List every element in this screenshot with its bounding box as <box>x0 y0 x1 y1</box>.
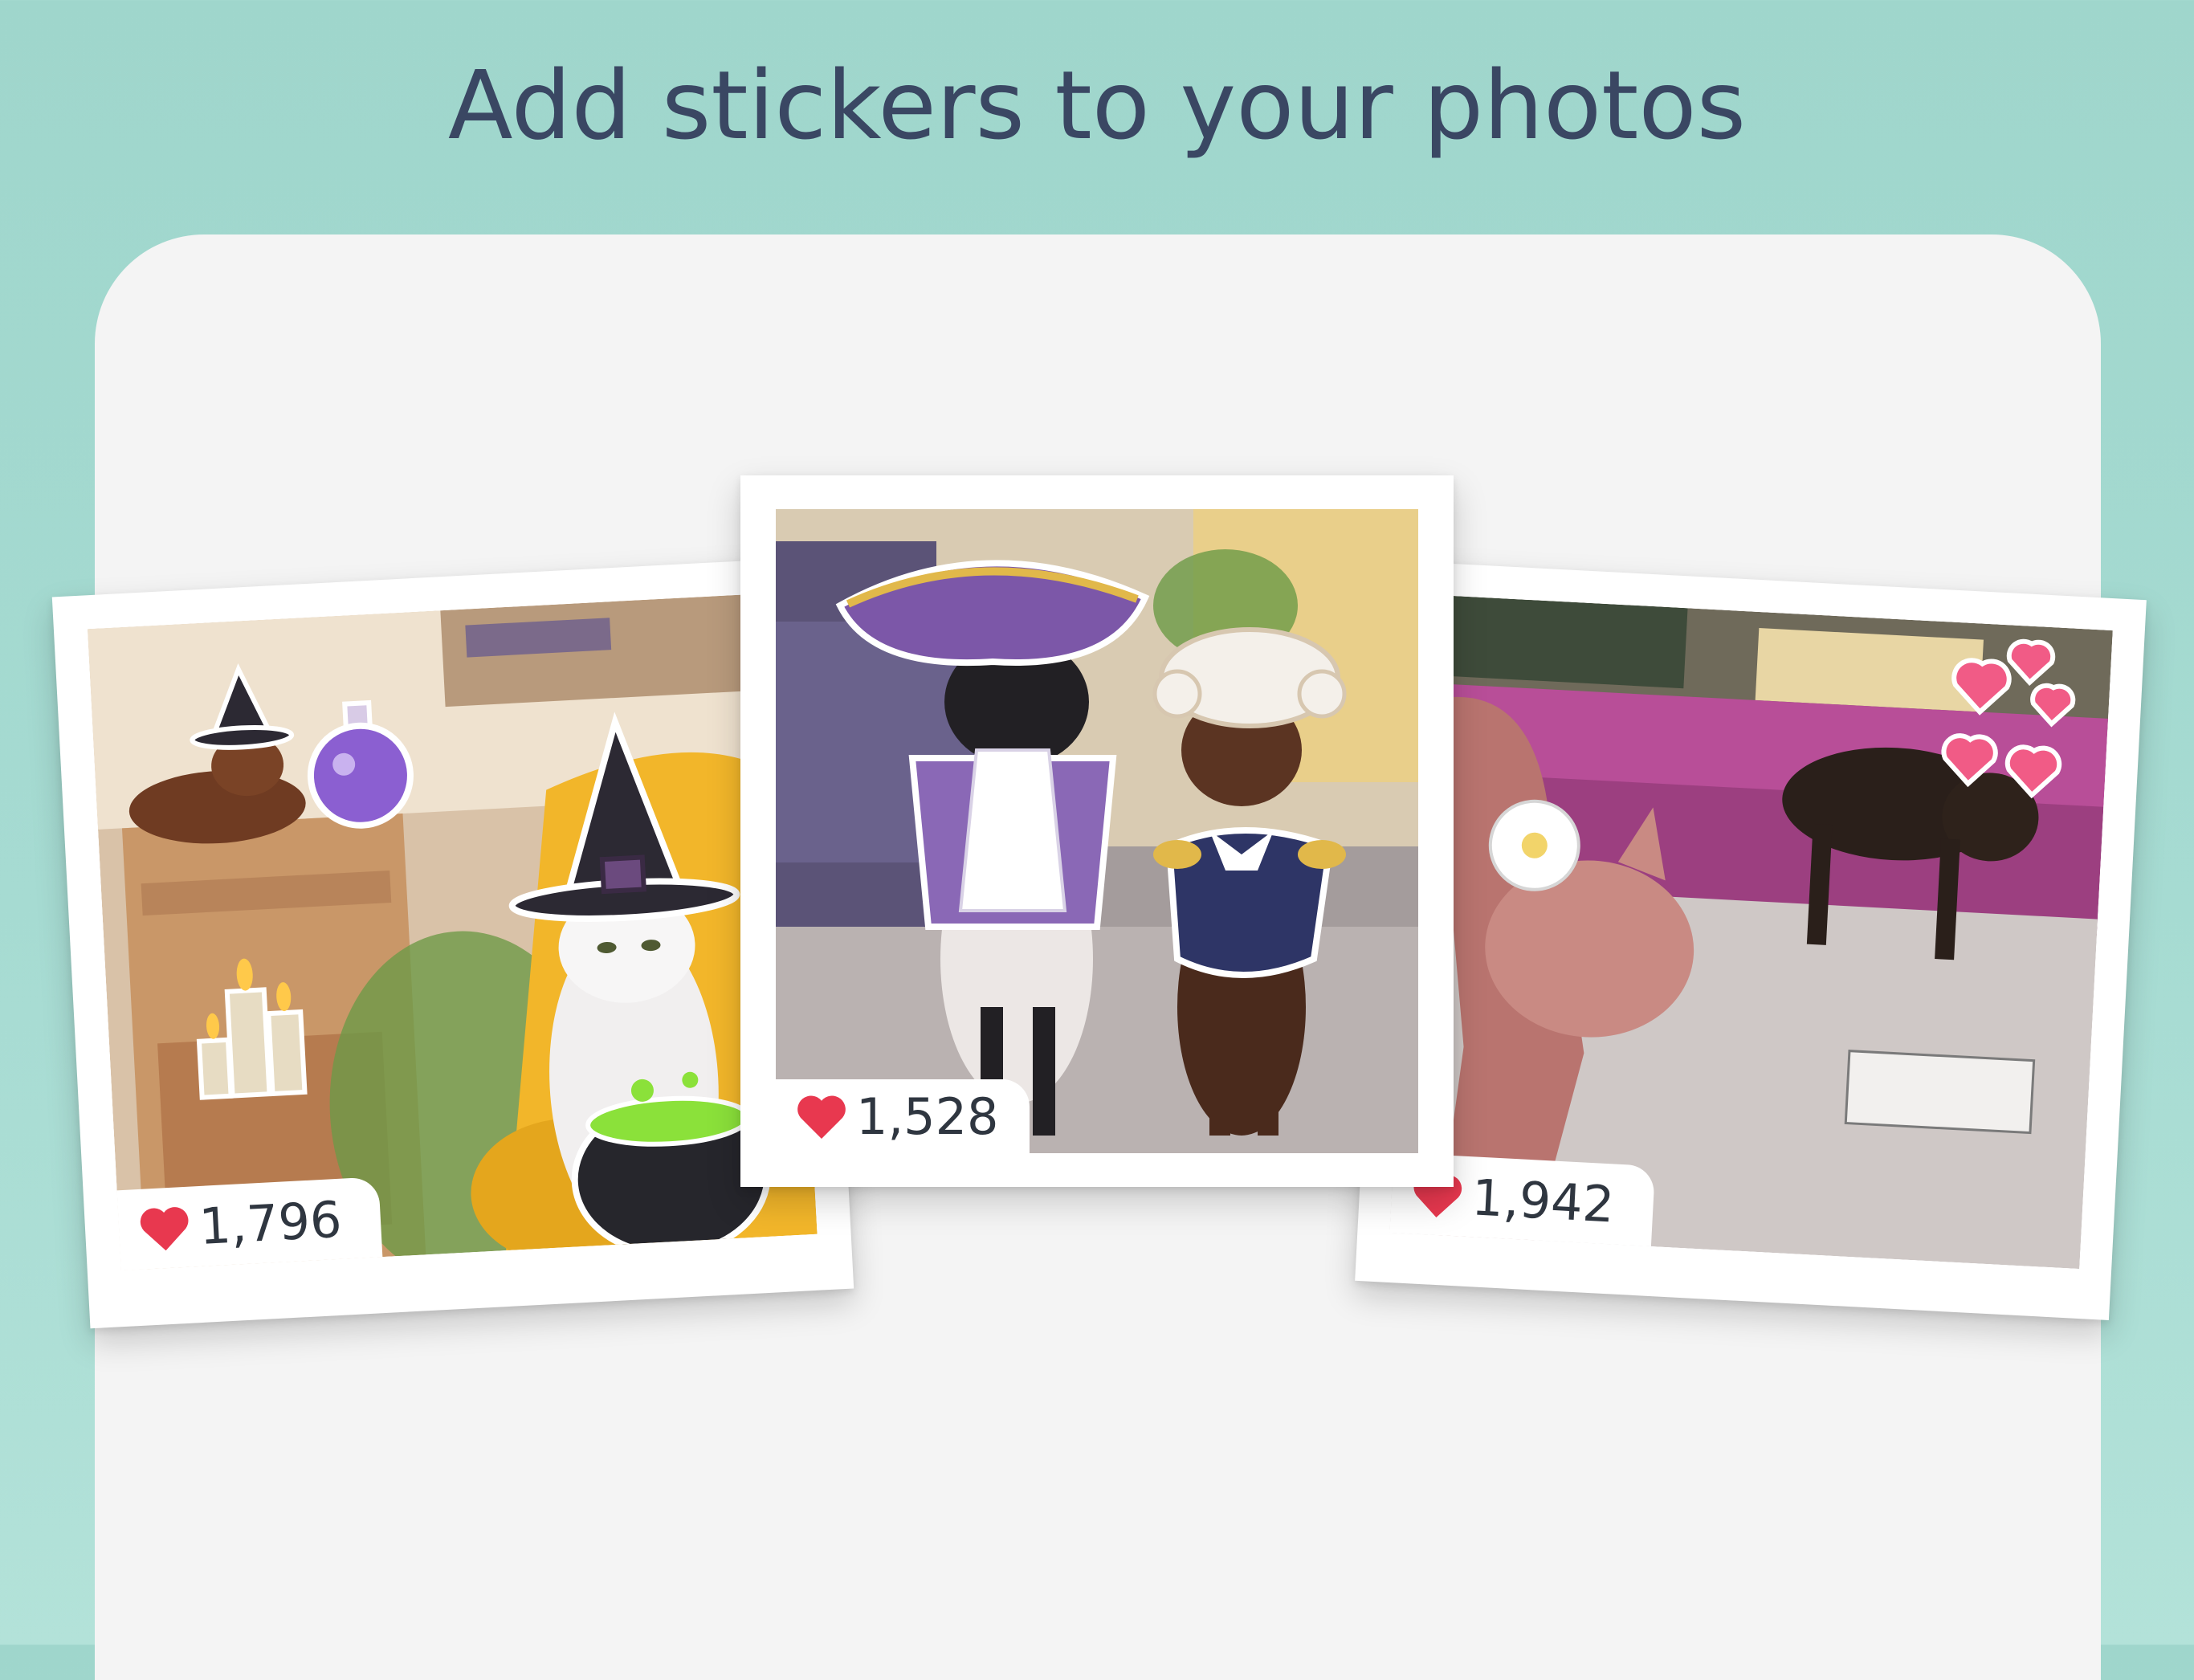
like-counter[interactable]: 1,796 <box>116 1176 383 1271</box>
photo-costume-cats <box>776 509 1418 1153</box>
like-counter[interactable]: 1,528 <box>776 1079 1030 1153</box>
photo-card-costume[interactable]: 1,528 <box>740 475 1454 1187</box>
photo-card-hearts[interactable]: 1,942 <box>1355 561 2147 1320</box>
photo-witch-cats <box>87 592 818 1271</box>
navy-coat-sticker <box>1153 827 1346 978</box>
photo-card-witch[interactable]: 1,796 <box>51 557 854 1329</box>
heart-icon <box>797 1094 846 1139</box>
page-headline: Add stickers to your photos <box>447 50 1747 161</box>
like-count: 1,942 <box>1470 1167 1616 1234</box>
like-count: 1,528 <box>856 1087 999 1146</box>
like-count: 1,796 <box>198 1189 344 1256</box>
powdered-wig-sticker <box>1152 627 1347 728</box>
heart-icon <box>139 1205 191 1252</box>
purple-coat-sticker <box>908 748 1117 930</box>
